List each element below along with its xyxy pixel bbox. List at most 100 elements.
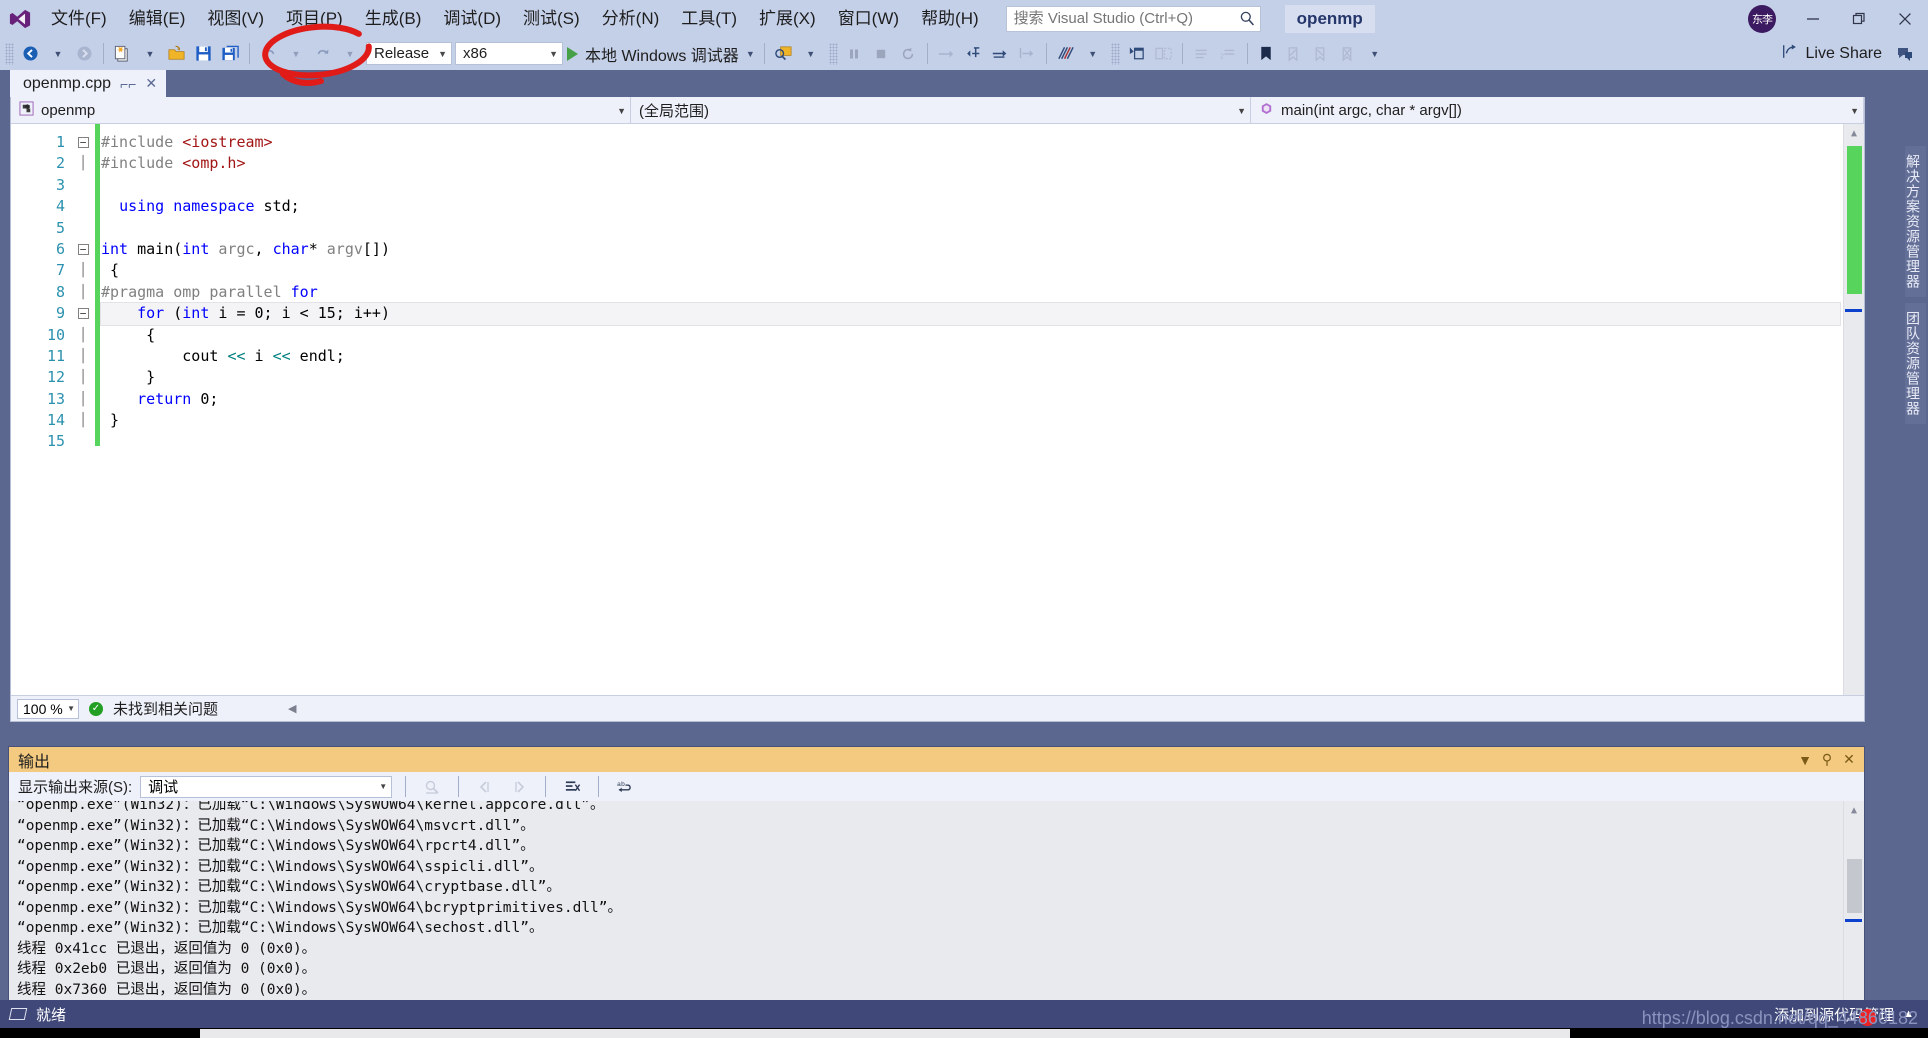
code-line-13: return 0; xyxy=(137,389,219,408)
diagnostics-icon[interactable] xyxy=(1052,40,1079,67)
line-number: 13 xyxy=(46,389,65,408)
fold-toggle-line-1[interactable]: − xyxy=(73,132,93,153)
avatar[interactable]: 东李 xyxy=(1748,4,1776,33)
close-icon[interactable]: ✕ xyxy=(1838,749,1860,770)
menu-view[interactable]: 视图(V) xyxy=(196,0,275,37)
step-over-icon[interactable] xyxy=(987,40,1014,67)
attach-dropdown-icon[interactable]: ▼ xyxy=(797,40,824,67)
navigate-forward-icon[interactable] xyxy=(71,40,98,67)
new-project-icon[interactable] xyxy=(109,40,136,67)
navigate-backward-dropdown-icon[interactable]: ▼ xyxy=(44,40,71,67)
line-number: 6 xyxy=(55,239,65,258)
solution-configuration-combo[interactable]: Release ▼ xyxy=(366,42,452,65)
editor-scroll-thumb xyxy=(1847,146,1862,294)
fold-toggle-line-9[interactable]: − xyxy=(73,303,93,324)
zoom-level-combo[interactable]: 100 % ▼ xyxy=(17,698,79,719)
side-tab-solution-explorer[interactable]: 解决方案资源管理器 xyxy=(1905,146,1926,297)
toolbar-grip-handle[interactable] xyxy=(1110,42,1120,65)
feedback-icon[interactable] xyxy=(1891,40,1918,67)
fold-guide: │ xyxy=(79,156,87,172)
search-input[interactable] xyxy=(1006,7,1225,30)
start-debugging-button[interactable]: 本地 Windows 调试器 ▼ xyxy=(563,40,759,67)
step-into-icon[interactable] xyxy=(960,40,987,67)
save-file-icon[interactable] xyxy=(190,40,217,67)
pause-icon[interactable] xyxy=(841,40,868,67)
code-text-area[interactable]: 1 2 3 4 5 6 7 8 9 10 11 12 13 14 15 − │ … xyxy=(11,124,1864,695)
menu-file[interactable]: 文件(F) xyxy=(40,0,118,37)
fold-guide: │ xyxy=(79,263,87,279)
new-project-dropdown-icon[interactable]: ▼ xyxy=(136,40,163,67)
redo-dropdown-icon[interactable]: ▼ xyxy=(336,40,363,67)
go-to-next-message-icon[interactable] xyxy=(506,775,532,799)
close-icon[interactable]: ✕ xyxy=(145,75,157,92)
comment-selection-icon[interactable] xyxy=(1188,40,1215,67)
open-file-icon[interactable] xyxy=(163,40,190,67)
scroll-up-arrow-icon[interactable]: ▲ xyxy=(1844,801,1864,820)
fold-toggle-line-6[interactable]: − xyxy=(73,239,93,260)
document-tab-openmp-cpp[interactable]: openmp.cpp ⌐⌐ ✕ xyxy=(10,70,167,97)
menu-tools[interactable]: 工具(T) xyxy=(670,0,748,37)
previous-bookmark-icon[interactable] xyxy=(1280,40,1307,67)
show-next-statement-icon[interactable] xyxy=(933,40,960,67)
navigate-backward-icon[interactable] xyxy=(17,40,44,67)
code-line-10: { xyxy=(101,325,156,344)
undo-icon[interactable] xyxy=(255,40,282,67)
toolbar-overflow-icon[interactable]: ▼ xyxy=(1361,40,1388,67)
status-right-group: 添加到源代码管理 ▲ https://blog.csdn.net/qq_4486… xyxy=(1642,1004,1928,1028)
pin-icon[interactable]: ⌐⌐ xyxy=(120,76,136,92)
find-message-icon[interactable] xyxy=(419,775,445,799)
close-icon[interactable] xyxy=(1882,0,1928,37)
output-source-combo[interactable]: 调试 ▼ xyxy=(140,775,393,798)
chevron-down-icon[interactable]: ▼ xyxy=(1794,749,1816,770)
chevron-down-icon: ▼ xyxy=(745,48,755,59)
save-all-icon[interactable] xyxy=(217,40,244,67)
menu-project[interactable]: 项目(P) xyxy=(275,0,354,37)
editor-vertical-scrollbar[interactable]: ▲ xyxy=(1843,124,1864,695)
toolbar-separator xyxy=(458,776,460,797)
restore-icon[interactable] xyxy=(1836,0,1882,37)
navbar-project-combo[interactable]: openmp ▼ xyxy=(11,97,631,124)
live-share-button[interactable]: Live Share xyxy=(1772,40,1892,67)
menu-debug[interactable]: 调试(D) xyxy=(432,0,512,37)
menu-window[interactable]: 窗口(W) xyxy=(827,0,910,37)
redo-icon[interactable] xyxy=(309,40,336,67)
diagnostics-dropdown-icon[interactable]: ▼ xyxy=(1079,40,1106,67)
step-out-icon[interactable] xyxy=(1014,40,1041,67)
side-tab-team-explorer[interactable]: 团队资源管理器 xyxy=(1905,303,1926,424)
code-line-14: } xyxy=(101,411,120,430)
search-box[interactable] xyxy=(1005,5,1261,32)
scroll-up-arrow-icon[interactable]: ▲ xyxy=(1844,124,1864,143)
navbar-scope-combo[interactable]: (全局范围) ▼ xyxy=(631,97,1251,124)
toggle-bookmark-icon[interactable] xyxy=(1253,40,1280,67)
menu-extensions[interactable]: 扩展(X) xyxy=(748,0,827,37)
pin-icon[interactable]: ⚲ xyxy=(1816,749,1838,770)
navbar-member-combo[interactable]: main(int argc, char * argv[]) ▼ xyxy=(1251,97,1864,124)
stop-icon[interactable] xyxy=(868,40,895,67)
attach-to-process-icon[interactable] xyxy=(770,40,797,67)
output-line: 线程 0x2eb0 已退出，返回值为 0 (0x0)。 xyxy=(17,961,317,977)
chevron-down-icon: ▼ xyxy=(67,704,75,713)
uncomment-selection-icon[interactable]: 2 xyxy=(1215,40,1242,67)
toggle-word-wrap-icon[interactable]: ab xyxy=(612,775,638,799)
undo-dropdown-icon[interactable]: ▼ xyxy=(282,40,309,67)
menu-help[interactable]: 帮助(H) xyxy=(910,0,990,37)
toolbar-grip-handle[interactable] xyxy=(828,42,838,65)
horizontal-scroll-left-arrow-icon[interactable]: ◀ xyxy=(288,702,296,715)
toolbar-grip-handle[interactable] xyxy=(5,42,14,65)
next-bookmark-icon[interactable] xyxy=(1307,40,1334,67)
menu-build[interactable]: 生成(B) xyxy=(354,0,433,37)
restart-icon[interactable] xyxy=(895,40,922,67)
menu-edit[interactable]: 编辑(E) xyxy=(118,0,197,37)
clear-all-icon[interactable] xyxy=(559,775,585,799)
solution-platform-combo[interactable]: x86 ▼ xyxy=(455,42,563,65)
toolbar-separator xyxy=(545,776,547,797)
clear-bookmarks-icon[interactable] xyxy=(1334,40,1361,67)
menu-analyze[interactable]: 分析(N) xyxy=(591,0,671,37)
go-to-previous-message-icon[interactable] xyxy=(472,775,498,799)
split-window-icon[interactable] xyxy=(1150,40,1177,67)
output-vertical-scrollbar[interactable]: ▲ ▼ xyxy=(1843,801,1864,1019)
menu-test[interactable]: 测试(S) xyxy=(512,0,591,37)
new-window-icon[interactable] xyxy=(1123,40,1150,67)
editor-status-message: 未找到相关问题 xyxy=(113,701,219,718)
minimize-icon[interactable] xyxy=(1790,0,1836,37)
